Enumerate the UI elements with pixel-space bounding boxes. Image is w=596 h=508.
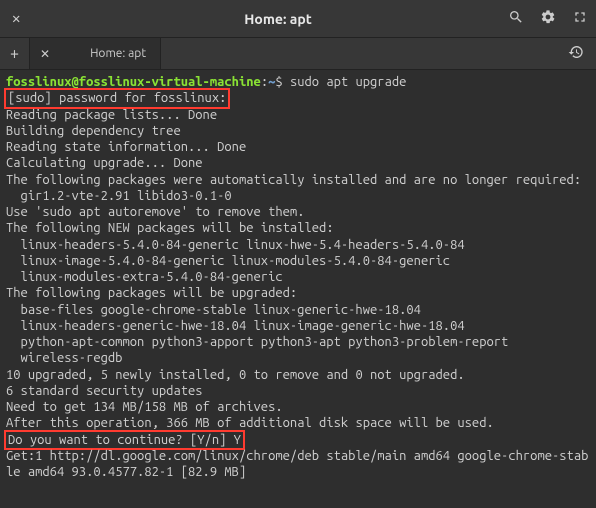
new-tab-button[interactable]: + bbox=[0, 38, 30, 69]
window-titlebar: ✕ Home: apt bbox=[0, 0, 596, 38]
output-line: Building dependency tree bbox=[6, 123, 590, 139]
output-line: wireless-regdb bbox=[6, 350, 590, 366]
output-line: The following packages will be upgraded: bbox=[6, 285, 590, 301]
terminal-output[interactable]: fosslinux@fosslinux-virtual-machine:~$ s… bbox=[0, 70, 596, 484]
close-icon[interactable]: ✕ bbox=[8, 6, 24, 31]
output-line: 6 standard security updates bbox=[6, 383, 590, 399]
password-line: [sudo] password for fosslinux: bbox=[6, 90, 590, 106]
search-icon[interactable] bbox=[508, 9, 524, 28]
output-line: Calculating upgrade... Done bbox=[6, 155, 590, 171]
tab-close-icon[interactable]: ✕ bbox=[40, 47, 50, 61]
output-line: python-apt-common python3-apport python3… bbox=[6, 334, 590, 350]
titlebar-controls bbox=[508, 9, 588, 28]
titlebar-left: ✕ bbox=[8, 6, 48, 31]
output-line: Get:1 http://dl.google.com/linux/chrome/… bbox=[6, 448, 590, 481]
output-line: base-files google-chrome-stable linux-ge… bbox=[6, 302, 590, 318]
prompt-userhost: fosslinux@fosslinux-virtual-machine bbox=[6, 75, 261, 89]
output-line: gir1.2-vte-2.91 libido3-0.1-0 bbox=[6, 188, 590, 204]
output-line: Reading state information... Done bbox=[6, 139, 590, 155]
gear-icon[interactable] bbox=[540, 9, 556, 28]
history-icon[interactable] bbox=[568, 44, 584, 63]
output-line: The following NEW packages will be insta… bbox=[6, 220, 590, 236]
output-line: linux-headers-5.4.0-84-generic linux-hwe… bbox=[6, 237, 590, 253]
highlight-password: [sudo] password for fosslinux: bbox=[4, 88, 230, 108]
prompt-colon: : bbox=[261, 75, 268, 89]
fullscreen-icon[interactable] bbox=[572, 9, 588, 28]
window-title: Home: apt bbox=[48, 11, 508, 27]
output-line: The following packages were automaticall… bbox=[6, 172, 590, 188]
output-line: 10 upgraded, 5 newly installed, 0 to rem… bbox=[6, 367, 590, 383]
tabbar-right bbox=[161, 38, 596, 69]
output-line: Use 'sudo apt autoremove' to remove them… bbox=[6, 204, 590, 220]
tab-active[interactable]: ✕ Home: apt bbox=[30, 38, 161, 69]
tab-bar: + ✕ Home: apt bbox=[0, 38, 596, 70]
prompt-dollar: $ bbox=[275, 75, 282, 89]
command-text: sudo apt upgrade bbox=[290, 75, 406, 89]
output-line: linux-modules-extra-5.4.0-84-generic bbox=[6, 269, 590, 285]
output-line: linux-headers-generic-hwe-18.04 linux-im… bbox=[6, 318, 590, 334]
continue-prompt-line: Do you want to continue? [Y/n] Y bbox=[6, 432, 590, 448]
output-line: Reading package lists... Done bbox=[6, 107, 590, 123]
output-line: Need to get 134 MB/158 MB of archives. bbox=[6, 399, 590, 415]
highlight-continue: Do you want to continue? [Y/n] Y bbox=[4, 430, 245, 450]
tab-label: Home: apt bbox=[90, 47, 146, 60]
output-line: linux-image-5.4.0-84-generic linux-modul… bbox=[6, 253, 590, 269]
